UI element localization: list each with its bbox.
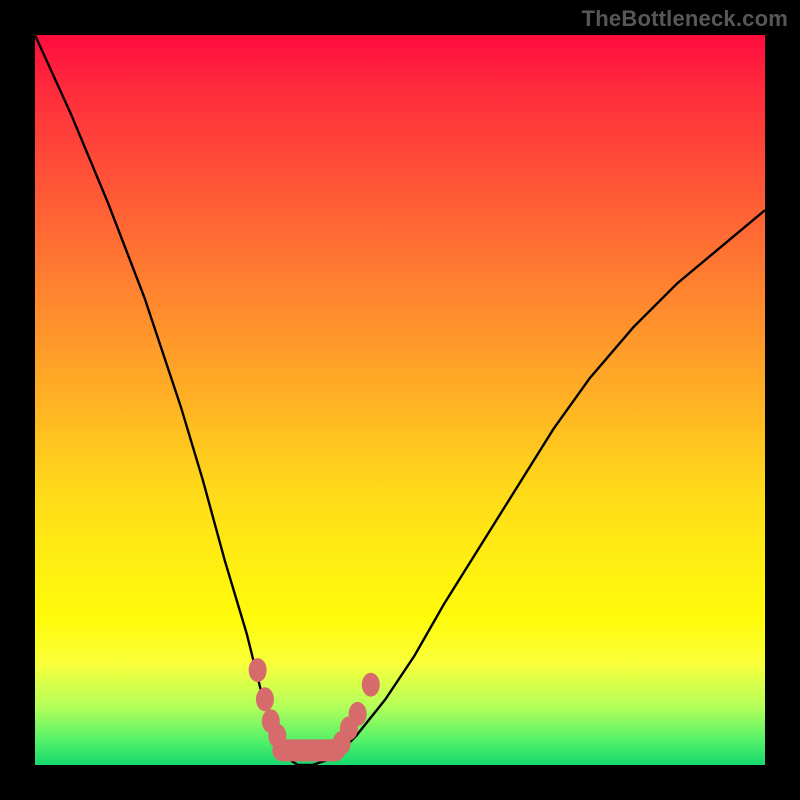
data-point — [268, 724, 286, 748]
data-point — [349, 702, 367, 726]
plot-area — [35, 35, 765, 765]
data-point — [362, 673, 380, 697]
bottleneck-curve — [35, 35, 765, 765]
chart-frame: TheBottleneck.com — [0, 0, 800, 800]
watermark-text: TheBottleneck.com — [582, 6, 788, 32]
chart-svg — [35, 35, 765, 765]
data-point — [249, 658, 267, 682]
data-point — [256, 687, 274, 711]
